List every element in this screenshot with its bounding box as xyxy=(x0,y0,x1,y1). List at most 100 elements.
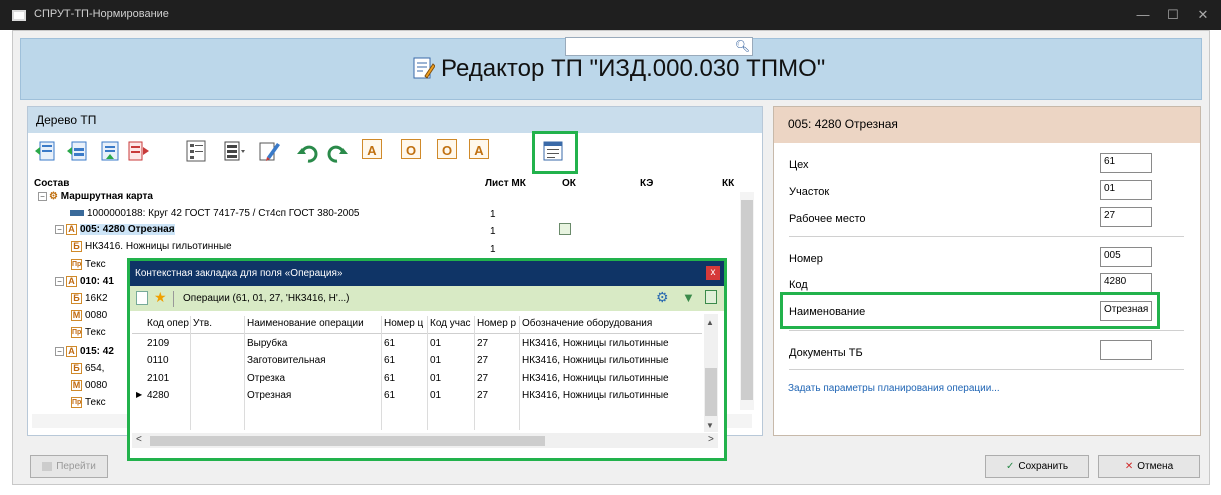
collapse-icon[interactable]: − xyxy=(55,347,64,356)
undo-icon[interactable] xyxy=(296,142,320,166)
star-icon[interactable]: ★ xyxy=(154,289,167,306)
insert-o-icon[interactable]: О xyxy=(401,139,421,159)
number-label: Номер xyxy=(789,253,823,265)
tree-row-equipment[interactable]: Б НК3416. Ножницы гильотинные xyxy=(71,241,232,252)
grid-cell-equipment[interactable]: НК3416, Ножницы гильотинные xyxy=(522,355,669,366)
popup-title-bar: Контекстная закладка для поля «Операция»… xyxy=(130,261,724,286)
grid-header-code[interactable]: Код опер xyxy=(147,318,189,329)
grid-cell-equipment[interactable]: НК3416, Ножницы гильотинные xyxy=(522,390,669,401)
grid-cell-op-name[interactable]: Отрезка xyxy=(247,373,285,384)
grid-cell-shop[interactable]: 61 xyxy=(384,390,395,401)
grid-cell-code[interactable]: 2109 xyxy=(147,338,169,349)
menu-dropdown-icon[interactable] xyxy=(222,139,246,163)
scroll-right-icon[interactable]: > xyxy=(708,434,714,445)
workshop-field[interactable]: 61 xyxy=(1100,153,1152,173)
grid-cell-section[interactable]: 01 xyxy=(430,373,441,384)
toolbar-divider xyxy=(173,291,174,307)
grid-cell-op-name[interactable]: Вырубка xyxy=(247,338,287,349)
grid-cell-workplace[interactable]: 27 xyxy=(477,390,488,401)
scroll-up-icon[interactable]: ▲ xyxy=(706,318,714,327)
planning-params-link[interactable]: Задать параметры планирования операции..… xyxy=(788,383,1000,394)
insert-row-icon[interactable] xyxy=(66,139,90,163)
grid-cell-section[interactable]: 01 xyxy=(430,338,441,349)
collapse-icon[interactable]: − xyxy=(55,277,64,286)
move-up-icon[interactable] xyxy=(98,139,122,163)
tree-row-equipment[interactable]: Б 16К2 xyxy=(71,293,108,304)
popup-close-icon[interactable]: x xyxy=(706,266,720,280)
insert-o2-icon[interactable]: О xyxy=(437,139,457,159)
collapse-icon[interactable]: − xyxy=(38,191,47,201)
tree-row-operation-010[interactable]: − А 010: 41 xyxy=(55,276,114,287)
popup-toolbar: ★ Операции (61, 01, 27, 'НК3416, Н'...) … xyxy=(130,286,724,311)
close-icon[interactable]: ✕ xyxy=(1193,5,1213,25)
popup-hscroll-thumb[interactable] xyxy=(150,436,545,446)
grid-cell-section[interactable]: 01 xyxy=(430,390,441,401)
scroll-left-icon[interactable]: < xyxy=(136,434,142,445)
settings-gear-icon[interactable]: ⚙ xyxy=(656,289,669,306)
tree-row-text[interactable]: Пр Текс xyxy=(71,397,106,408)
grid-header-section-code[interactable]: Код учас xyxy=(430,318,471,329)
popup-vscroll-thumb[interactable] xyxy=(705,368,717,416)
document-icon[interactable] xyxy=(136,291,148,305)
grid-cell-workplace[interactable]: 27 xyxy=(477,338,488,349)
search-icon[interactable]: 🔍︎ xyxy=(735,39,750,53)
section-field[interactable]: 01 xyxy=(1100,180,1152,200)
insert-a2-icon[interactable]: A xyxy=(469,139,489,159)
number-field[interactable]: 005 xyxy=(1100,247,1152,267)
grid-header-shop-no[interactable]: Номер ц xyxy=(384,318,423,329)
grid-header-workplace-no[interactable]: Номер р xyxy=(477,318,516,329)
delete-row-icon[interactable] xyxy=(126,139,150,163)
insert-a-icon[interactable]: A xyxy=(362,139,382,159)
grid-cell-shop[interactable]: 61 xyxy=(384,338,395,349)
safety-docs-field[interactable] xyxy=(1100,340,1152,360)
cancel-button[interactable]: ✕ Отмена xyxy=(1098,455,1200,478)
edit-brush-icon[interactable] xyxy=(257,139,281,163)
tree-view-icon[interactable] xyxy=(705,290,717,304)
material-badge-icon: М xyxy=(71,310,82,321)
grid-cell-shop[interactable]: 61 xyxy=(384,355,395,366)
tree-row-equipment[interactable]: Б 654, xyxy=(71,363,104,374)
tree-row-operation-015[interactable]: − А 015: 42 xyxy=(55,346,114,357)
tree-row-material[interactable]: 1000000188: Круг 42 ГОСТ 7417-75 / Ст4сп… xyxy=(70,208,359,219)
grid-cell-shop[interactable]: 61 xyxy=(384,373,395,384)
tree-vscroll-thumb[interactable] xyxy=(741,200,753,400)
grid-header-equipment[interactable]: Обозначение оборудования xyxy=(522,318,652,329)
tree-row-operation-005[interactable]: − А 005: 4280 Отрезная xyxy=(55,224,175,236)
grid-cell-code[interactable]: 0110 xyxy=(147,355,169,366)
grid-col-line xyxy=(474,316,475,430)
maximize-icon[interactable]: ☐ xyxy=(1163,5,1183,25)
tree-search-input[interactable]: 🔍︎ xyxy=(565,37,753,56)
grid-cell-workplace[interactable]: 27 xyxy=(477,355,488,366)
go-button[interactable]: Перейти xyxy=(30,455,108,478)
grid-cell-section[interactable]: 01 xyxy=(430,355,441,366)
grid-header-op-name[interactable]: Наименование операции xyxy=(247,318,364,329)
code-field[interactable]: 4280 xyxy=(1100,273,1152,293)
collapse-icon[interactable]: − xyxy=(55,225,64,234)
grid-header-approved[interactable]: Утв. xyxy=(193,318,212,329)
text-badge-icon: Пр xyxy=(71,327,82,338)
minimize-icon[interactable]: — xyxy=(1133,5,1153,25)
tree-row-text[interactable]: Пр Текс xyxy=(71,327,106,338)
grid-cell-code[interactable]: 4280 xyxy=(147,390,169,401)
grid-cell-workplace[interactable]: 27 xyxy=(477,373,488,384)
save-button[interactable]: ✓ Сохранить xyxy=(985,455,1089,478)
redo-icon[interactable] xyxy=(325,142,349,166)
tree-row-text[interactable]: Пр Текс xyxy=(71,259,106,270)
divider xyxy=(789,369,1184,370)
add-before-icon[interactable] xyxy=(34,139,58,163)
ok-doc-icon[interactable] xyxy=(559,223,571,235)
tree-row-material[interactable]: М 0080 xyxy=(71,380,107,391)
grid-cell-op-name[interactable]: Отрезная xyxy=(247,390,291,401)
grid-cell-code[interactable]: 2101 xyxy=(147,373,169,384)
grid-cell-equipment[interactable]: НК3416, Ножницы гильотинные xyxy=(522,373,669,384)
list-view-icon[interactable] xyxy=(184,139,208,163)
filter-icon[interactable]: ▼ xyxy=(682,290,695,305)
workplace-field[interactable]: 27 xyxy=(1100,207,1152,227)
grid-cell-equipment[interactable]: НК3416, Ножницы гильотинные xyxy=(522,338,669,349)
scroll-down-icon[interactable]: ▼ xyxy=(706,421,714,430)
tree-row-material[interactable]: М 0080 xyxy=(71,310,107,321)
properties-title: 005: 4280 Отрезная xyxy=(788,117,898,131)
grid-cell-op-name[interactable]: Заготовительная xyxy=(247,355,326,366)
tree-row-route-card[interactable]: − ⚙ Маршрутная карта xyxy=(38,191,153,202)
tree-row-label: 654, xyxy=(85,363,105,375)
